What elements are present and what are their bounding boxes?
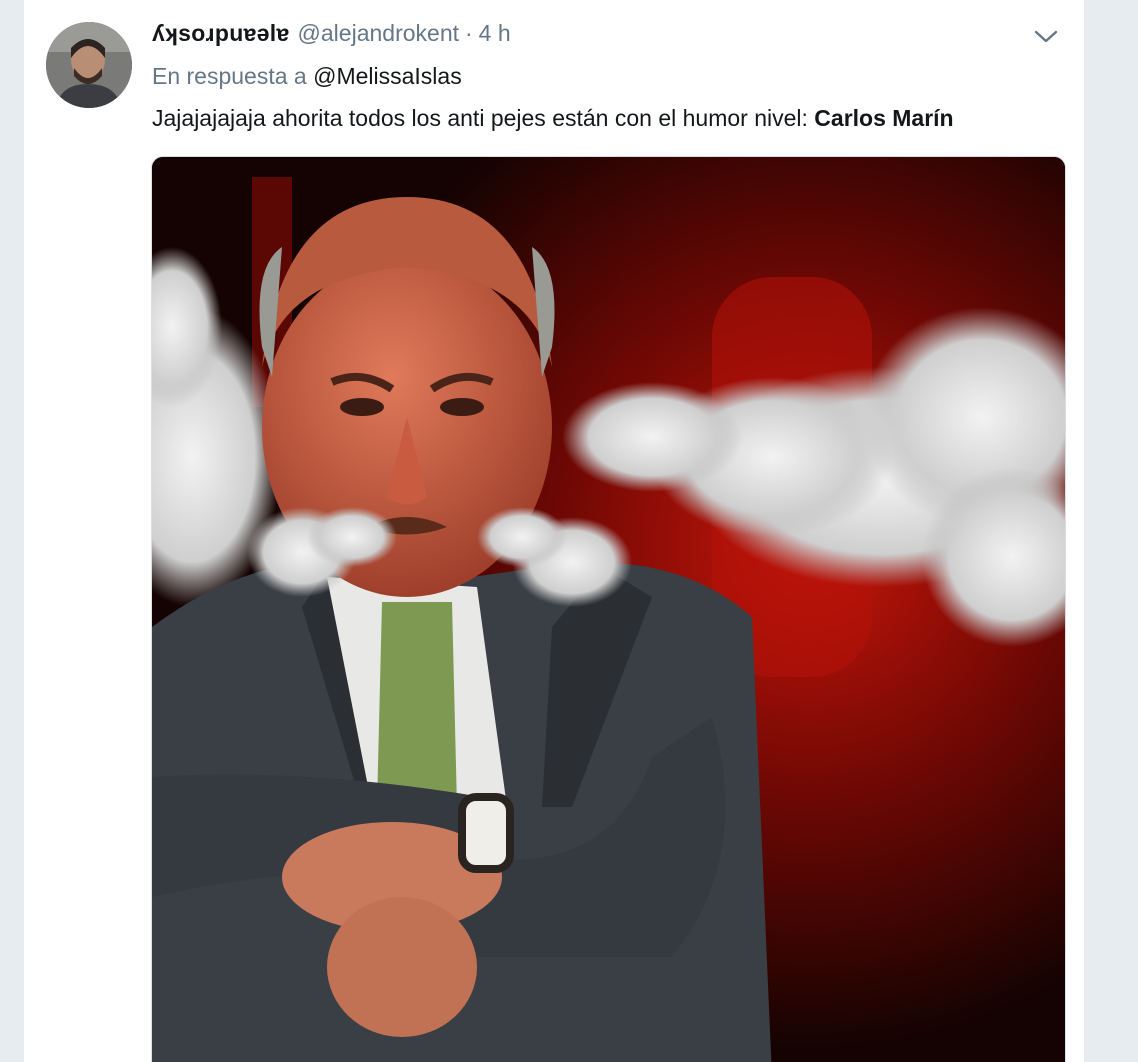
display-name[interactable]: ʎʞsoɹpuɐǝlɐ: [152, 20, 290, 47]
separator-dot: ·: [465, 20, 473, 46]
tweet-text: Jajajajajaja ahorita todos los anti peje…: [152, 105, 954, 132]
page: ʎʞsoɹpuɐǝlɐ @alejandrokent · 4 h En resp…: [0, 0, 1138, 1062]
avatar[interactable]: [46, 22, 132, 108]
tweet-card[interactable]: ʎʞsoɹpuɐǝlɐ @alejandrokent · 4 h En resp…: [24, 0, 1084, 1062]
reply-handle-link[interactable]: @MelissaIslas: [313, 63, 462, 89]
reply-prefix: En respuesta a: [152, 63, 307, 89]
tweet-text-bold: Carlos Marín: [814, 105, 954, 131]
tweet-header: ʎʞsoɹpuɐǝlɐ @alejandrokent · 4 h: [152, 20, 511, 50]
reply-context: En respuesta a @MelissaIslas: [152, 63, 462, 90]
avatar-image: [46, 22, 132, 108]
timestamp[interactable]: 4 h: [479, 20, 511, 47]
user-handle[interactable]: @alejandrokent: [298, 20, 459, 47]
tweet-media-image[interactable]: [151, 156, 1066, 1062]
chevron-down-icon[interactable]: [1030, 24, 1062, 48]
media-photo: [152, 157, 1065, 1062]
tweet-text-body: Jajajajajaja ahorita todos los anti peje…: [152, 105, 808, 131]
